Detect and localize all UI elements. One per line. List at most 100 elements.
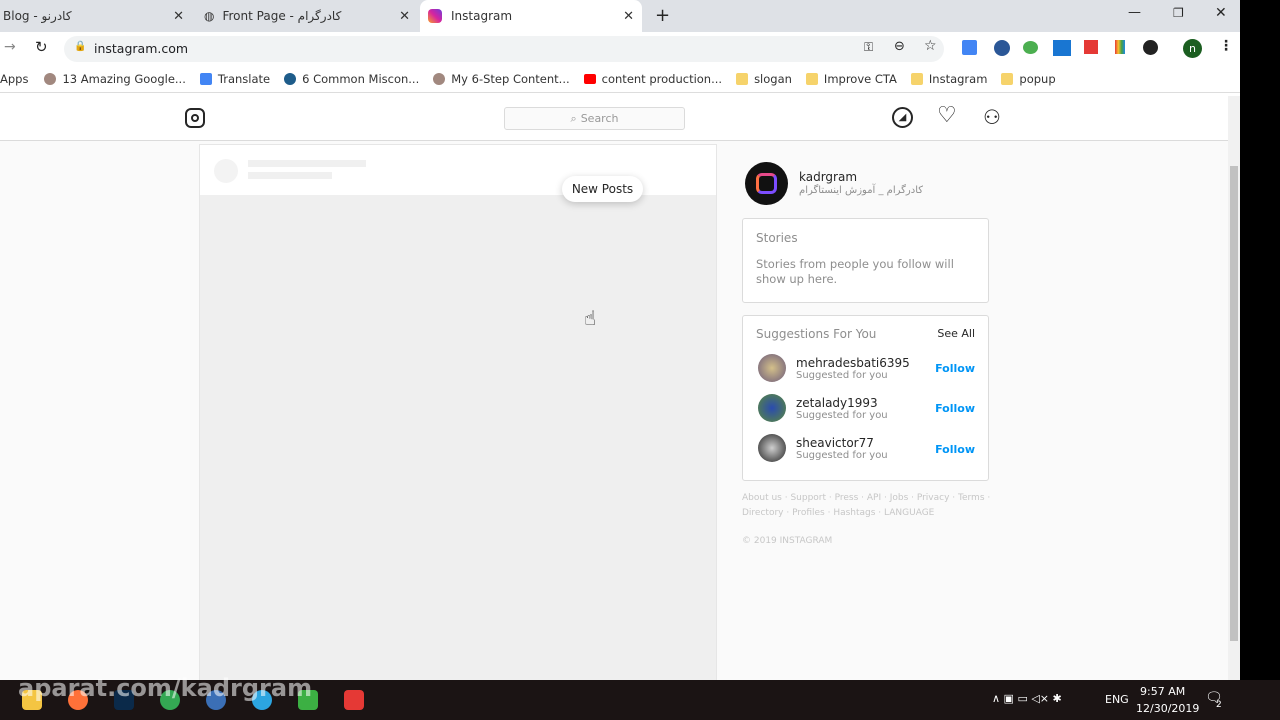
minimize-button[interactable]: — (1128, 5, 1141, 20)
footer-links[interactable]: About us · Support · Press · API · Jobs … (742, 493, 990, 503)
scrollbar[interactable] (1228, 96, 1240, 680)
bookmark-folder[interactable]: Instagram (910, 72, 987, 86)
bookmark-label: Translate (217, 71, 271, 86)
avatar-placeholder (214, 159, 238, 183)
bookmark-label: popup (1019, 71, 1056, 86)
tab-front-page[interactable]: ◍ Front Page - کادرگرام ✕ (196, 0, 418, 32)
watermark: aparat.com/kadrgram (18, 674, 313, 702)
star-icon[interactable]: ☆ (924, 38, 937, 54)
bookmarks-bar: Apps 13 Amazing Google... Translate 6 Co… (0, 65, 1240, 93)
notification-count: 2 (1216, 700, 1222, 710)
omnibox[interactable]: 🔒 instagram.com ⚿ ⊖ ☆ (64, 36, 944, 62)
instagram-logo-icon[interactable] (185, 108, 205, 128)
extension-icon[interactable] (1023, 41, 1038, 54)
tab-bar: Blog - کادرنو ✕ ◍ Front Page - کادرگرام ✕ I… (0, 0, 1240, 32)
globe-icon: ◍ (204, 9, 215, 23)
gear-favicon-icon (284, 72, 297, 85)
extension-icon[interactable] (1053, 40, 1071, 56)
stories-card: Stories Stories from people you follow w… (742, 218, 989, 303)
avatar-favicon-icon (44, 72, 57, 85)
see-all-link[interactable]: See All (937, 327, 975, 340)
user-username[interactable]: kadrgram (799, 170, 857, 184)
url-text[interactable]: instagram.com (94, 41, 188, 56)
follow-button[interactable]: Follow (935, 362, 975, 375)
instagram-favicon-icon (428, 9, 442, 23)
search-input[interactable]: ⌕ Search (504, 107, 685, 130)
tab-blog[interactable]: Blog - کادرنو ✕ (0, 0, 192, 32)
menu-icon[interactable]: ⋮ (1219, 38, 1233, 54)
extension-icon[interactable] (1143, 40, 1158, 55)
bookmark-label: Improve CTA (823, 71, 897, 86)
bookmark-folder[interactable]: popup (1001, 71, 1056, 86)
bookmark-label: 13 Amazing Google... (62, 71, 186, 86)
close-icon[interactable]: ✕ (623, 9, 634, 24)
feed-loading-placeholder (199, 144, 717, 685)
tab-title: Blog - کادرنو (3, 9, 72, 23)
extension-icon[interactable] (1115, 40, 1125, 54)
bookmark-folder[interactable]: Improve CTA (805, 71, 897, 86)
bookmark[interactable]: 6 Common Miscon... (284, 72, 419, 86)
footer-links[interactable]: Directory · Profiles · Hashtags · LANGUA… (742, 508, 934, 518)
avatar[interactable] (758, 354, 786, 382)
suggestion-subtext: Suggested for you (796, 409, 888, 421)
suggestions-card: Suggestions For You See All mehradesbati… (742, 315, 989, 481)
windows-taskbar: aparat.com/kadrgram ∧ ▣ ▭ ◁× ✱ ENG 9:57 … (0, 674, 1280, 720)
lock-icon: 🔒 (74, 41, 87, 52)
tab-title: Front Page - کادرگرام (222, 9, 342, 23)
bookmark[interactable]: content production... (583, 72, 722, 86)
search-placeholder: Search (580, 112, 619, 125)
recorder-icon[interactable] (344, 690, 364, 710)
suggestion-username[interactable]: zetalady1993 (796, 396, 888, 410)
bookmark[interactable]: 13 Amazing Google... (44, 71, 186, 86)
reload-icon[interactable]: ↻ (35, 38, 48, 56)
suggestion-username[interactable]: sheavictor77 (796, 436, 888, 450)
restore-button[interactable]: ❐ (1173, 6, 1184, 20)
instagram-header: ⌕ Search ◢ ♡ ⚇ (0, 96, 1228, 141)
avatar[interactable] (758, 394, 786, 422)
tray-icons[interactable]: ∧ ▣ ▭ ◁× ✱ (992, 692, 1062, 705)
close-window-button[interactable]: ✕ (1215, 5, 1227, 21)
bookmark-label: 6 Common Miscon... (302, 71, 420, 86)
suggestion-subtext: Suggested for you (796, 369, 888, 381)
translate-extension-icon[interactable] (962, 40, 977, 55)
bookmark[interactable]: My 6-Step Content... (433, 71, 570, 86)
extension-icon[interactable] (1084, 40, 1098, 54)
heart-icon[interactable]: ♡ (937, 103, 957, 128)
follow-button[interactable]: Follow (935, 402, 975, 415)
bookmark-folder[interactable]: slogan (736, 72, 792, 86)
text-placeholder (248, 172, 332, 179)
folder-icon (805, 72, 818, 85)
follow-button[interactable]: Follow (935, 443, 975, 456)
explore-compass-icon[interactable]: ◢ (892, 107, 913, 128)
bookmark-apps[interactable]: Apps (0, 72, 28, 86)
bookmark-label: My 6-Step Content... (451, 71, 570, 86)
clock-time[interactable]: 9:57 AM (1140, 685, 1185, 698)
copyright: © 2019 INSTAGRAM (742, 536, 833, 546)
folder-icon (736, 72, 749, 85)
key-icon[interactable]: ⚿ (864, 40, 873, 55)
forward-icon[interactable]: → (4, 39, 16, 55)
user-avatar[interactable] (745, 162, 788, 205)
bookmark[interactable]: Translate (199, 71, 271, 86)
zoom-icon[interactable]: ⊖ (894, 39, 905, 54)
language-indicator[interactable]: ENG (1105, 693, 1129, 706)
profile-avatar[interactable]: n (1183, 39, 1202, 58)
text-placeholder (248, 160, 366, 167)
bookmark-label: Apps (0, 71, 29, 86)
clock-date[interactable]: 12/30/2019 (1136, 702, 1199, 715)
screen-border (1240, 0, 1280, 680)
avatar-favicon-icon (433, 72, 446, 85)
suggestion-subtext: Suggested for you (796, 449, 888, 461)
suggestion-username[interactable]: mehradesbati6395 (796, 356, 910, 370)
new-posts-button[interactable]: New Posts (562, 176, 643, 202)
avatar[interactable] (758, 434, 786, 462)
new-tab-button[interactable]: + (655, 5, 670, 26)
scrollbar-thumb[interactable] (1230, 166, 1238, 641)
image-placeholder (200, 195, 716, 685)
close-icon[interactable]: ✕ (173, 9, 184, 24)
extension-icon[interactable] (994, 40, 1010, 56)
close-icon[interactable]: ✕ (399, 9, 410, 24)
profile-icon[interactable]: ⚇ (983, 105, 1001, 129)
tab-title: Instagram (451, 9, 513, 23)
tab-instagram[interactable]: Instagram ✕ (420, 0, 642, 32)
